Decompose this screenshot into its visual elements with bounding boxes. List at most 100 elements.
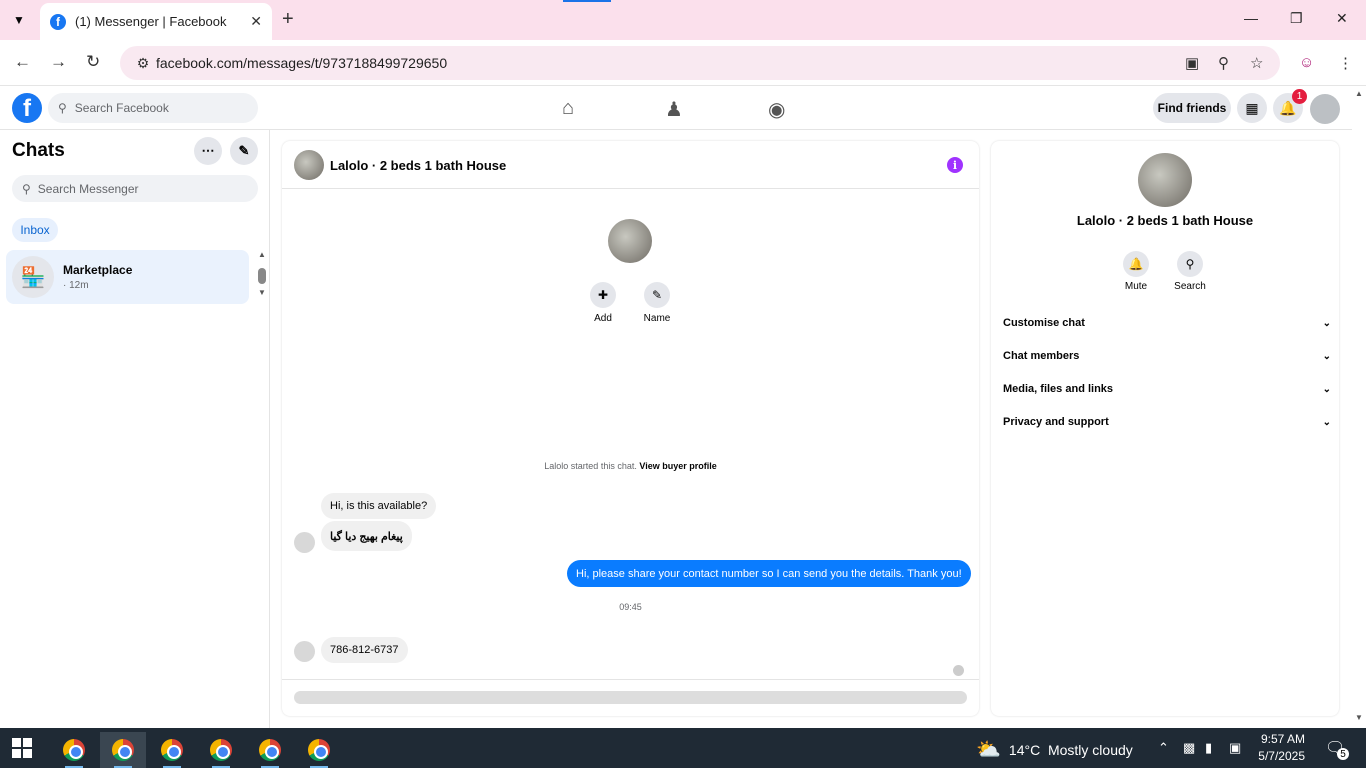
chrome-taskbar-icon[interactable] xyxy=(100,732,146,768)
section-label: Customise chat xyxy=(1003,317,1085,329)
new-message-icon[interactable]: ✎ xyxy=(230,137,258,165)
facebook-header: f ⚲ Search Facebook ⌂ ♟ ◉ Find friends ▦… xyxy=(0,87,1352,130)
facebook-logo[interactable]: f xyxy=(12,93,42,123)
menu-dots-icon[interactable]: ⋮ xyxy=(1338,54,1353,72)
scroll-down-icon[interactable]: ▼ xyxy=(1355,713,1363,722)
message-timestamp: 09:45 xyxy=(619,602,642,612)
tab-search-chevron-icon[interactable]: ▼ xyxy=(6,8,32,32)
search-label: Search xyxy=(1174,281,1206,292)
browser-tab-strip: ▼ f (1) Messenger | Facebook ✕ + — ❐ ✕ xyxy=(0,0,1366,40)
media-files-links-section[interactable]: Media, files and links ⌄ xyxy=(1003,379,1331,399)
profile-icon[interactable]: ☺ xyxy=(1299,54,1314,71)
messenger-search-placeholder: Search Messenger xyxy=(37,181,139,196)
scroll-up-icon[interactable]: ▲ xyxy=(1355,89,1363,98)
url-text[interactable]: facebook.com/messages/t/9737188499729650 xyxy=(156,55,447,71)
chevron-down-icon: ⌄ xyxy=(1322,317,1331,329)
weather-condition: Mostly cloudy xyxy=(1047,741,1133,758)
view-buyer-profile-link[interactable]: View buyer profile xyxy=(639,461,716,471)
tray-chevron-icon[interactable]: ⌃ xyxy=(1158,740,1169,756)
groups-icon[interactable]: ◉ xyxy=(768,97,785,122)
customise-chat-section[interactable]: Customise chat ⌄ xyxy=(1003,313,1331,333)
conversation-item[interactable]: 🏪 Marketplace · 12m xyxy=(6,250,249,304)
chats-sidebar: Chats ⋯ ✎ ⚲ Search Messenger Inbox 🏪 Mar… xyxy=(0,130,270,728)
chrome-taskbar-icon[interactable] xyxy=(296,732,342,768)
sender-avatar xyxy=(294,532,315,553)
home-icon[interactable]: ⌂ xyxy=(562,97,574,120)
chats-heading: Chats xyxy=(12,140,65,161)
add-person-icon[interactable]: ✚ xyxy=(590,282,616,308)
restore-icon[interactable]: ❐ xyxy=(1290,10,1303,27)
scroll-up-icon[interactable]: ▲ xyxy=(258,250,266,259)
facebook-search-placeholder: Search Facebook xyxy=(74,101,169,115)
scrollbar-thumb[interactable] xyxy=(258,268,266,284)
privacy-support-section[interactable]: Privacy and support ⌄ xyxy=(1003,412,1331,432)
reload-icon[interactable]: ↻ xyxy=(86,52,100,72)
conversation-time: · 12m xyxy=(63,280,89,291)
chat-window: Lalolo · 2 beds 1 bath House i ✚ Add ✎ N… xyxy=(282,141,979,716)
install-app-icon[interactable]: ▣ xyxy=(1185,54,1199,72)
friends-icon[interactable]: ♟ xyxy=(665,97,683,122)
pencil-icon[interactable]: ✎ xyxy=(644,282,670,308)
read-receipt xyxy=(953,665,964,676)
close-tab-icon[interactable]: ✕ xyxy=(250,13,262,30)
zoom-icon[interactable]: ⚲ xyxy=(1218,54,1229,72)
tab-title: (1) Messenger | Facebook xyxy=(75,14,227,29)
close-window-icon[interactable]: ✕ xyxy=(1336,10,1348,27)
add-label: Add xyxy=(594,313,612,324)
chat-title[interactable]: Lalolo · 2 beds 1 bath House xyxy=(330,158,506,173)
chrome-taskbar-icon[interactable] xyxy=(149,732,195,768)
message-composer[interactable] xyxy=(294,691,967,704)
windows-taskbar: ⛅ 14°C Mostly cloudy ⌃ ▩ ▮ ▣ 9:57 AM 5/7… xyxy=(0,728,1366,768)
message-bubble-outgoing[interactable]: Hi, please share your contact number so … xyxy=(567,560,971,587)
section-label: Media, files and links xyxy=(1003,383,1114,395)
menu-grid-icon[interactable]: ▦ xyxy=(1237,93,1267,123)
chrome-taskbar-icon[interactable] xyxy=(198,732,244,768)
message-bubble[interactable]: Hi, is this available? xyxy=(321,493,437,519)
page-scrollbar[interactable]: ▲ ▼ xyxy=(1352,87,1366,728)
minimize-icon[interactable]: — xyxy=(1244,10,1258,26)
search-icon: ⚲ xyxy=(58,101,67,115)
browser-toolbar: ← → ↻ ⚙ facebook.com/messages/t/97371884… xyxy=(0,40,1366,86)
cloud-sun-icon: ⛅ xyxy=(976,739,1001,761)
chevron-down-icon: ⌄ xyxy=(1322,350,1331,362)
info-icon[interactable]: i xyxy=(947,157,963,173)
back-arrow-icon[interactable]: ← xyxy=(14,52,31,72)
inbox-filter-chip[interactable]: Inbox xyxy=(12,218,58,242)
chat-members-section[interactable]: Chat members ⌄ xyxy=(1003,346,1331,366)
scroll-down-icon[interactable]: ▼ xyxy=(258,288,266,297)
info-title: Lalolo · 2 beds 1 bath House xyxy=(1076,213,1254,228)
new-tab-plus-icon[interactable]: + xyxy=(282,8,294,31)
search-icon[interactable]: ⚲ xyxy=(1177,251,1203,277)
message-bubble[interactable]: پیغام بھیج دیا گیا xyxy=(321,521,412,551)
started-text: Lalolo started this chat. xyxy=(544,461,637,471)
meet-now-icon[interactable]: ▩ xyxy=(1183,740,1195,756)
sidebar-scrollbar[interactable]: ▲ ▼ xyxy=(258,250,266,298)
notification-count-badge: 5 xyxy=(1337,748,1349,760)
weather-widget[interactable]: ⛅ 14°C Mostly cloudy xyxy=(976,737,1133,762)
chrome-taskbar-icon[interactable] xyxy=(51,732,97,768)
chat-large-photo xyxy=(608,219,652,263)
address-bar[interactable]: ⚙ facebook.com/messages/t/97371884997296… xyxy=(120,46,1280,80)
account-avatar[interactable] xyxy=(1310,94,1340,124)
section-label: Chat members xyxy=(1003,350,1080,362)
notification-badge: 1 xyxy=(1292,89,1307,104)
messenger-search-input[interactable]: ⚲ Search Messenger xyxy=(12,175,258,202)
system-clock[interactable]: 9:57 AM 5/7/2025 xyxy=(1225,731,1305,765)
options-dots-icon[interactable]: ⋯ xyxy=(194,137,222,165)
message-bubble[interactable]: 786-812-6737 xyxy=(321,637,408,663)
battery-icon[interactable]: ▮ xyxy=(1205,740,1212,756)
chat-started-notice: Lalolo started this chat. View buyer pro… xyxy=(282,461,979,471)
bookmark-star-icon[interactable]: ☆ xyxy=(1250,54,1263,72)
chat-photo[interactable] xyxy=(294,150,324,180)
find-friends-button[interactable]: Find friends xyxy=(1153,93,1231,123)
chat-info-panel: Lalolo · 2 beds 1 bath House 🔔 Mute ⚲ Se… xyxy=(991,141,1339,716)
bell-icon[interactable]: 🔔 xyxy=(1123,251,1149,277)
windows-start-icon[interactable] xyxy=(12,738,32,758)
chrome-taskbar-icon[interactable] xyxy=(247,732,293,768)
chevron-down-icon: ⌄ xyxy=(1322,383,1331,395)
section-label: Privacy and support xyxy=(1003,416,1109,428)
site-settings-icon[interactable]: ⚙ xyxy=(130,55,156,72)
facebook-search-input[interactable]: ⚲ Search Facebook xyxy=(48,93,258,123)
browser-tab[interactable]: f (1) Messenger | Facebook ✕ xyxy=(40,3,272,40)
forward-arrow-icon[interactable]: → xyxy=(50,52,67,72)
